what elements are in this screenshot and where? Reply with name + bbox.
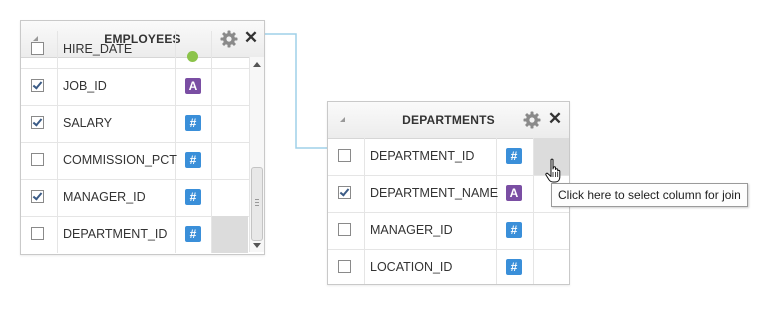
number-type-icon: # — [185, 115, 201, 131]
scroll-down-arrow-icon[interactable] — [253, 243, 261, 248]
column-checkbox[interactable] — [31, 190, 44, 203]
column-name: HIRE_DATE — [63, 42, 133, 56]
column-checkbox[interactable] — [338, 260, 351, 273]
column-name: MANAGER_ID — [63, 190, 146, 204]
table-row-partial[interactable]: HIRE_DATE — [21, 31, 264, 69]
scroll-up-arrow-icon[interactable] — [253, 62, 261, 67]
column-checkbox[interactable] — [31, 79, 44, 92]
departments-table-card[interactable]: DEPARTMENTS ✕ DEPARTMENT_ID # DEPARTMENT… — [327, 101, 570, 285]
column-checkbox[interactable] — [338, 223, 351, 236]
column-name: LOCATION_ID — [370, 260, 453, 274]
hand-pointer-icon — [545, 158, 561, 183]
employees-table-card[interactable]: EMPLOYEES ✕ HIRE_DATE JOB_ID A SALARY # … — [20, 20, 265, 255]
column-checkbox[interactable] — [31, 42, 44, 55]
join-designer-canvas: EMPLOYEES ✕ HIRE_DATE JOB_ID A SALARY # … — [0, 0, 772, 326]
gear-icon[interactable] — [523, 111, 541, 129]
table-row[interactable]: DEPARTMENT_ID # — [328, 138, 569, 176]
number-type-icon: # — [185, 152, 201, 168]
number-type-icon: # — [185, 226, 201, 242]
string-type-icon: A — [506, 185, 522, 201]
close-icon[interactable]: ✕ — [546, 110, 564, 128]
join-tooltip: Click here to select column for join — [551, 183, 748, 207]
number-type-icon: # — [506, 259, 522, 275]
number-type-icon: # — [185, 189, 201, 205]
column-name: DEPARTMENT_ID — [370, 149, 475, 163]
departments-table-header[interactable]: DEPARTMENTS ✕ — [328, 102, 569, 139]
column-name: COMMISSION_PCT — [63, 153, 177, 167]
column-name: JOB_ID — [63, 79, 107, 93]
string-type-icon: A — [185, 78, 201, 94]
employees-column-list: HIRE_DATE JOB_ID A SALARY # COMMISSION_P… — [21, 31, 264, 254]
table-row[interactable]: JOB_ID A — [21, 68, 264, 106]
departments-column-list: DEPARTMENT_ID # DEPARTMENT_NAME A MANAGE… — [328, 138, 569, 284]
vertical-scrollbar[interactable] — [249, 57, 264, 252]
date-type-icon — [187, 51, 198, 62]
table-row[interactable]: DEPARTMENT_ID # — [21, 216, 264, 253]
column-checkbox[interactable] — [31, 116, 44, 129]
scroll-thumb[interactable] — [251, 167, 263, 241]
table-row[interactable]: COMMISSION_PCT # — [21, 142, 264, 180]
column-name: MANAGER_ID — [370, 223, 453, 237]
table-row[interactable]: SALARY # — [21, 105, 264, 143]
column-checkbox[interactable] — [338, 186, 351, 199]
number-type-icon: # — [506, 222, 522, 238]
column-checkbox[interactable] — [338, 149, 351, 162]
column-checkbox[interactable] — [31, 227, 44, 240]
column-name: SALARY — [63, 116, 113, 130]
column-name: DEPARTMENT_NAME — [370, 186, 499, 200]
join-column-slot[interactable] — [212, 216, 248, 253]
number-type-icon: # — [506, 148, 522, 164]
table-row[interactable]: LOCATION_ID # — [328, 249, 569, 284]
column-name: DEPARTMENT_ID — [63, 227, 168, 241]
table-row[interactable]: DEPARTMENT_NAME A — [328, 175, 569, 213]
table-row[interactable]: MANAGER_ID # — [328, 212, 569, 250]
table-row[interactable]: MANAGER_ID # — [21, 179, 264, 217]
column-checkbox[interactable] — [31, 153, 44, 166]
